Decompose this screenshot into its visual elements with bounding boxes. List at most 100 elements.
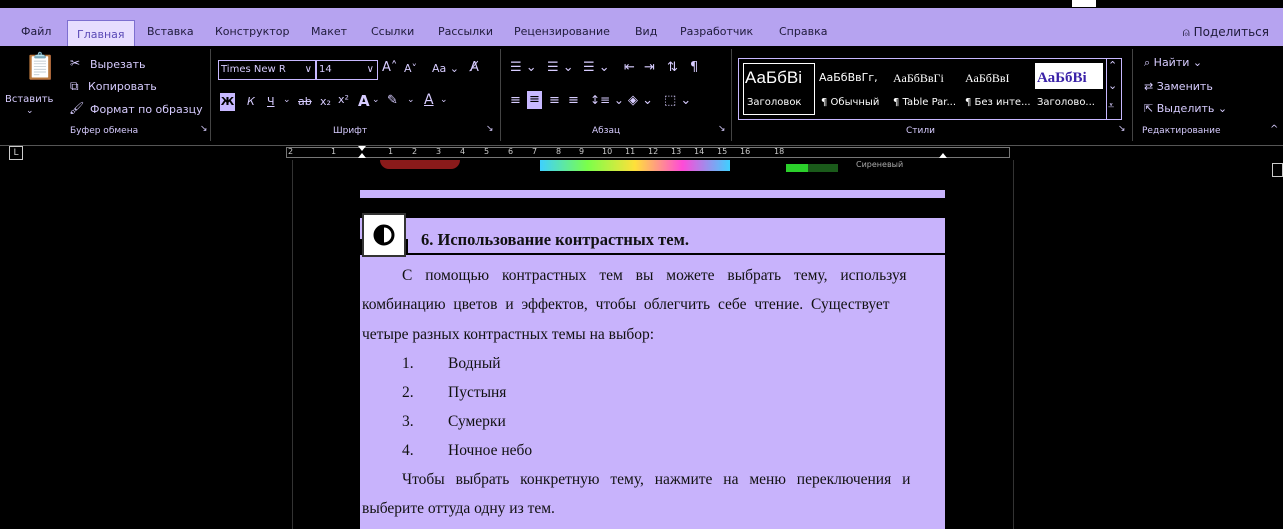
divider	[500, 49, 501, 141]
cut-button[interactable]: Вырезать	[90, 58, 145, 71]
top-label: Сиреневый	[856, 160, 904, 169]
band	[360, 190, 945, 198]
tab-mailings[interactable]: Рассылки	[438, 25, 493, 38]
paste-icon[interactable]: 📋	[24, 52, 56, 82]
cursor-icon: ⇱	[1144, 102, 1157, 115]
styles-launcher-icon[interactable]: ↘	[1118, 124, 1126, 134]
pilcrow-icon[interactable]: ¶	[690, 60, 698, 75]
text-effects-dropdown-icon[interactable]: ⌄	[372, 95, 380, 105]
left-indent-marker[interactable]	[358, 153, 366, 158]
style-heading-name[interactable]: Заголовок	[747, 97, 801, 108]
style-heading2-sample[interactable]: АаБбВі	[1037, 63, 1101, 93]
style-no-spacing-name[interactable]: ¶ Без инте...	[965, 97, 1031, 108]
underline-dropdown-icon[interactable]: ⌄	[283, 95, 291, 105]
horizontal-ruler[interactable]: 2 1 1 2 3 4 5 6 7 8 9 10 11 12 13 14 15 …	[286, 146, 1010, 158]
tab-review[interactable]: Рецензирование	[514, 25, 610, 38]
copy-icon[interactable]: ⧉	[70, 79, 79, 94]
change-case-icon[interactable]: Aa ⌄	[432, 62, 459, 75]
strikethrough-icon[interactable]: ab	[298, 95, 312, 108]
text-effects-icon[interactable]: A	[358, 92, 370, 110]
tab-design[interactable]: Конструктор	[215, 25, 289, 38]
tab-view[interactable]: Вид	[635, 25, 657, 38]
style-normal-name[interactable]: ¶ Обычный	[821, 97, 879, 108]
select-button[interactable]: ⇱ Выделить ⌄	[1144, 102, 1227, 115]
paste-dropdown-icon[interactable]: ⌄	[26, 106, 34, 116]
style-normal-sample[interactable]: АаБбВвГг,	[819, 63, 889, 93]
paste-button[interactable]: Вставить	[5, 94, 53, 105]
ruler-tick: 13	[671, 147, 682, 156]
replace-icon: ⇄	[1144, 80, 1157, 93]
right-indent-marker[interactable]	[939, 153, 947, 158]
tab-developer[interactable]: Разработчик	[680, 25, 753, 38]
style-heading-sample[interactable]: АаБбВі	[745, 63, 815, 93]
sort-icon[interactable]: ⇅	[667, 60, 678, 75]
tab-references[interactable]: Ссылки	[371, 25, 414, 38]
numbering-icon[interactable]: ☰ ⌄	[547, 60, 574, 75]
ruler-tick: 8	[556, 147, 562, 156]
chevron-down-icon: ∨	[366, 64, 374, 75]
font-size-combo[interactable]: 14 ∨	[316, 60, 378, 80]
ruler-toggle-icon[interactable]	[1272, 163, 1283, 177]
format-painter-icon[interactable]: 🖌	[69, 101, 84, 115]
window-control[interactable]	[1072, 0, 1096, 7]
highlight-icon[interactable]: ✎	[387, 93, 398, 108]
gallery-up-icon[interactable]: ⌃	[1108, 59, 1117, 72]
tab-selector-icon[interactable]: L	[9, 146, 23, 160]
copy-button[interactable]: Копировать	[88, 80, 157, 93]
font-name-combo[interactable]: Times New R ∨	[218, 60, 316, 80]
superscript-icon[interactable]: x²	[338, 93, 349, 106]
replace-label: Заменить	[1156, 80, 1213, 93]
borders-icon[interactable]: ⬚ ⌄	[664, 93, 691, 108]
underline-button[interactable]: Ч	[267, 95, 275, 108]
font-color-dropdown-icon[interactable]: ⌄	[440, 95, 448, 105]
style-heading2-name[interactable]: Заголово...	[1037, 97, 1095, 108]
justify-icon[interactable]: ≡	[568, 93, 579, 108]
bold-button[interactable]: Ж	[220, 93, 235, 111]
list-number: 4.	[402, 442, 414, 459]
image-fragment	[540, 160, 730, 171]
tab-file[interactable]: Файл	[21, 25, 51, 38]
align-center-icon[interactable]: ≡	[527, 91, 542, 109]
grow-font-icon[interactable]: A˄	[382, 60, 397, 75]
replace-button[interactable]: ⇄ Заменить	[1144, 80, 1213, 93]
align-right-icon[interactable]: ≡	[549, 93, 560, 108]
font-launcher-icon[interactable]: ↘	[486, 124, 494, 134]
tab-help[interactable]: Справка	[779, 25, 827, 38]
scissors-icon[interactable]: ✂	[70, 56, 80, 70]
highlight-dropdown-icon[interactable]: ⌄	[407, 95, 415, 105]
shading-icon[interactable]: ◈ ⌄	[628, 93, 653, 108]
tab-insert[interactable]: Вставка	[147, 25, 194, 38]
list-item: Сумерки	[448, 413, 506, 430]
shrink-font-icon[interactable]: A˅	[404, 62, 417, 75]
list-number: 2.	[402, 384, 414, 401]
find-button[interactable]: ⌕ Найти ⌄	[1144, 56, 1202, 70]
clipboard-launcher-icon[interactable]: ↘	[200, 124, 208, 134]
line-spacing-icon[interactable]: ↕≡ ⌄	[590, 93, 624, 107]
ribbon-tabs: Файл Главная Вставка Конструктор Макет С…	[0, 8, 1283, 54]
style-no-spacing-sample[interactable]: АаБбВвІ	[965, 63, 1031, 93]
divider	[731, 49, 732, 141]
decrease-indent-icon[interactable]: ⇤	[624, 60, 635, 75]
bullets-icon[interactable]: ☰ ⌄	[510, 60, 537, 75]
format-painter-button[interactable]: Формат по образцу	[90, 103, 203, 116]
collapse-ribbon-icon[interactable]: ^	[1270, 124, 1278, 135]
tab-layout[interactable]: Макет	[311, 25, 347, 38]
multilevel-list-icon[interactable]: ☰ ⌄	[583, 60, 610, 75]
paragraph-line: С помощью контрастных тем вы можете выбр…	[402, 267, 907, 284]
increase-indent-icon[interactable]: ⇥	[644, 60, 655, 75]
align-left-icon[interactable]: ≡	[510, 93, 521, 108]
share-button[interactable]: ⍝ Поделиться	[1183, 25, 1269, 40]
style-table-name[interactable]: ¶ Table Par...	[893, 97, 956, 108]
font-color-icon[interactable]: A	[424, 92, 434, 108]
first-line-indent-marker[interactable]	[358, 146, 366, 151]
image-fragment	[380, 160, 460, 169]
gallery-more-icon[interactable]: ⩡	[1108, 99, 1114, 113]
gallery-down-icon[interactable]: ⌄	[1108, 79, 1117, 92]
clear-formatting-icon[interactable]: A̸	[470, 60, 479, 75]
ruler-tick: 12	[648, 147, 659, 156]
italic-button[interactable]: К	[247, 95, 255, 108]
subscript-icon[interactable]: x₂	[320, 95, 331, 108]
paragraph-launcher-icon[interactable]: ↘	[718, 124, 726, 134]
style-table-sample[interactable]: АаБбВвГі	[893, 63, 961, 93]
styles-gallery: АаБбВі Заголовок АаБбВвГг, ¶ Обычный АаБ…	[738, 58, 1122, 120]
